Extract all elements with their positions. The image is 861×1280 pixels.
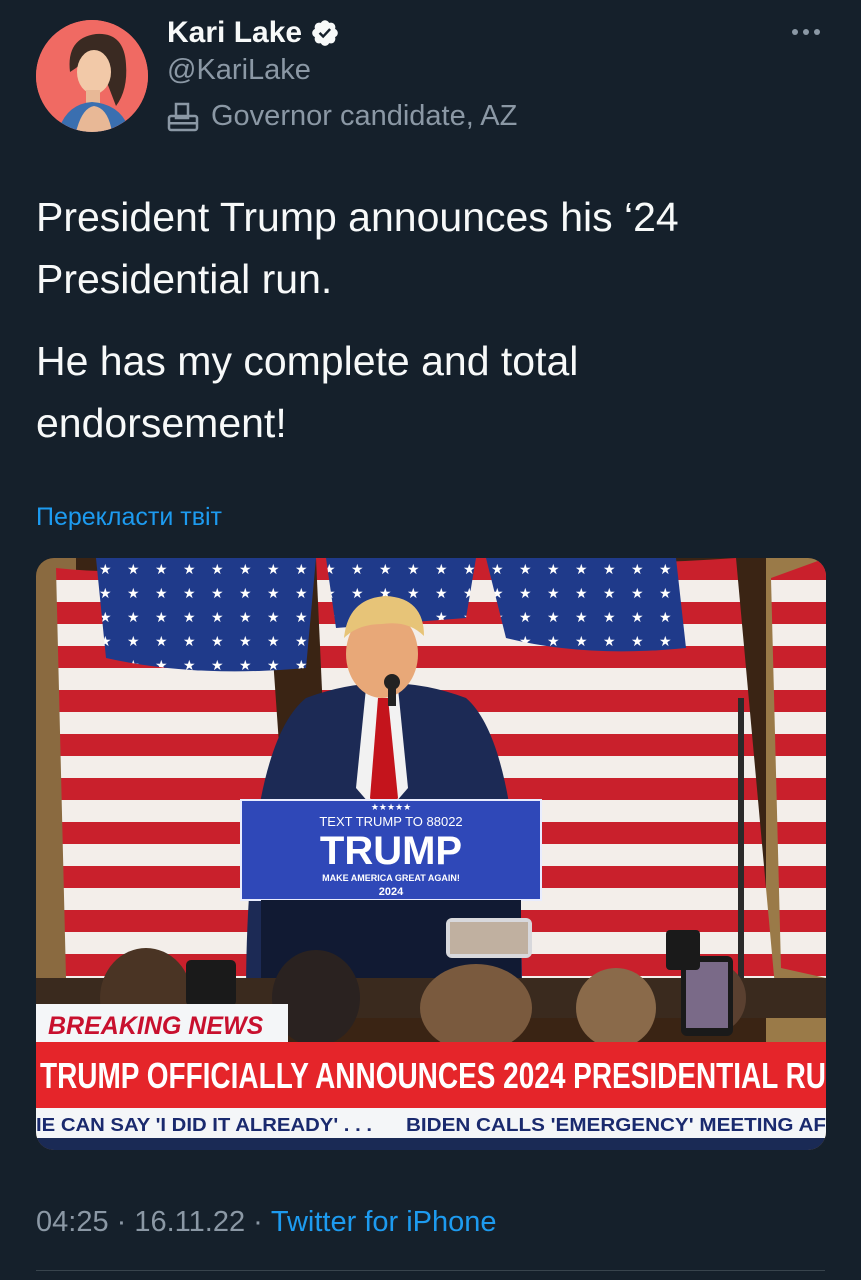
- author-handle[interactable]: @KariLake: [167, 54, 311, 87]
- tweet-paragraph: He has my complete and total endorsement…: [36, 338, 579, 446]
- podium-top-text: TEXT TRUMP TO 88022: [319, 814, 462, 829]
- podium-main-text: TRUMP: [320, 829, 462, 873]
- tweet-media-image[interactable]: ★★★★★ TEXT TRUMP TO 88022 TRUMP MAKE AME…: [36, 558, 826, 1150]
- tweet-paragraph: President Trump announces his ‘24 Presid…: [36, 194, 679, 302]
- more-options-icon[interactable]: [789, 22, 823, 42]
- tweet-time[interactable]: 04:25: [36, 1206, 109, 1239]
- ticker-left: IE CAN SAY 'I DID IT ALREADY' . . .: [36, 1115, 372, 1135]
- affiliation-text: Governor candidate, AZ: [211, 100, 518, 132]
- verified-badge-icon: [312, 20, 338, 46]
- podium-stars: ★★★★★: [371, 803, 411, 813]
- podium-year: 2024: [379, 886, 404, 898]
- podium-slogan: MAKE AMERICA GREAT AGAIN!: [322, 873, 460, 883]
- ballot-box-icon: [167, 102, 199, 131]
- tweet-source-link[interactable]: Twitter for iPhone: [271, 1206, 497, 1239]
- ticker-right: BIDEN CALLS 'EMERGENCY' MEETING AF: [406, 1115, 826, 1135]
- breaking-news-label: BREAKING NEWS: [48, 1012, 264, 1040]
- meta-separator: ·: [108, 1206, 135, 1238]
- divider: [36, 1270, 825, 1271]
- meta-separator: ·: [245, 1206, 271, 1238]
- tweet-meta: 04:25 · 16.11.22 · Twitter for iPhone: [36, 1206, 497, 1239]
- headline-banner: TRUMP OFFICIALLY ANNOUNCES 2024 PRESIDEN…: [40, 1055, 826, 1096]
- author-name-row[interactable]: Kari Lake: [167, 14, 340, 52]
- translate-tweet-link[interactable]: Перекласти твіт: [36, 503, 222, 532]
- tweet-text: President Trump announces his ‘24 Presid…: [36, 186, 826, 474]
- author-affiliation-label: Governor candidate, AZ: [167, 100, 517, 133]
- tweet-date[interactable]: 16.11.22: [134, 1206, 245, 1239]
- author-name[interactable]: Kari Lake: [167, 16, 302, 50]
- avatar[interactable]: [36, 20, 148, 132]
